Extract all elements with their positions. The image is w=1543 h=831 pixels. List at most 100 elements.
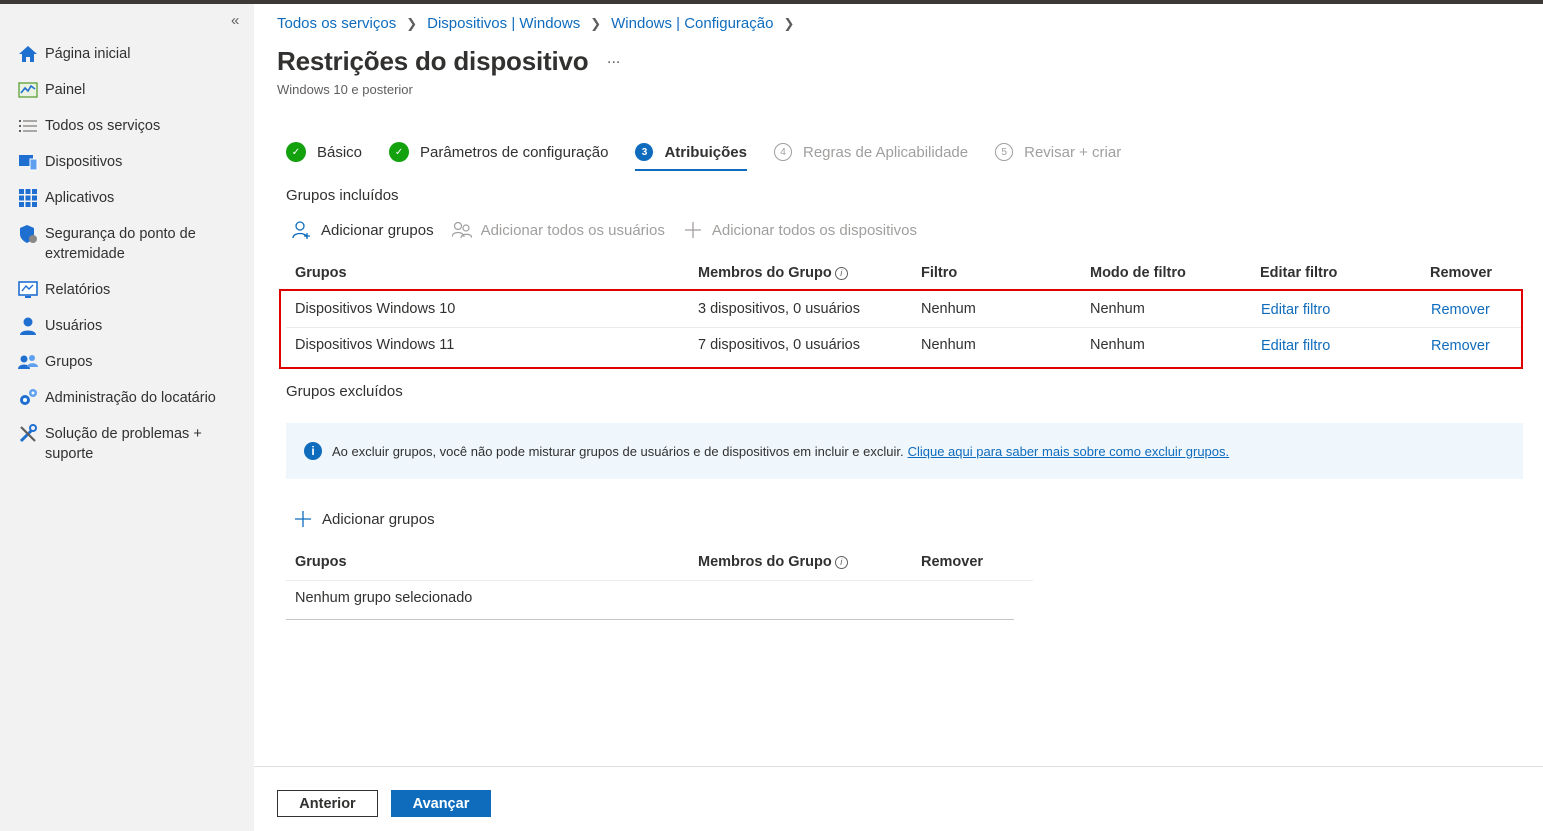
sidebar-item-label: Relatórios — [45, 282, 111, 298]
chevron-right-icon: ❯ — [783, 15, 795, 31]
wizard-steps: ✓ Básico ✓ Parâmetros de configuração 3 … — [286, 140, 1148, 171]
info-banner-text: Ao excluir grupos, você não pode mistura… — [332, 443, 904, 459]
sidebar-item-troubleshooting[interactable]: Solução de problemas + suporte — [0, 420, 254, 476]
reports-icon — [18, 281, 38, 298]
sidebar-item-label: Dispositivos — [45, 154, 123, 170]
sidebar-item-label: Todos os serviços — [45, 118, 161, 134]
step-number: 4 — [773, 143, 792, 161]
column-header-members[interactable]: Membros do Grupo i — [698, 554, 848, 570]
info-icon: i — [304, 442, 322, 460]
troubleshoot-icon — [19, 424, 37, 443]
add-all-devices-button[interactable]: Adicionar todos os dispositivos — [683, 220, 917, 240]
sidebar-item-label: Usuários — [45, 318, 103, 334]
learn-more-link[interactable]: Clique aqui para saber mais sobre como e… — [908, 444, 1230, 459]
apps-icon — [19, 189, 37, 207]
step-configuration-settings[interactable]: ✓ Parâmetros de configuração — [389, 142, 608, 162]
add-all-devices-label: Adicionar todos os dispositivos — [711, 221, 917, 239]
home-icon — [19, 46, 37, 62]
add-all-users-label: Adicionar todos os usuários — [480, 221, 665, 239]
info-banner: i Ao excluir grupos, você não pode mistu… — [286, 423, 1523, 479]
sidebar-item-label: Página inicial — [45, 46, 131, 62]
column-header-groups[interactable]: Grupos — [295, 265, 347, 281]
step-label: Parâmetros de configuração — [420, 143, 609, 161]
sidebar-item-label: Painel — [45, 82, 86, 98]
step-assignments[interactable]: 3 Atribuições — [635, 143, 747, 171]
plus-icon — [684, 222, 701, 238]
column-header-filter-mode[interactable]: Modo de filtro — [1090, 265, 1186, 281]
breadcrumb-link-windows-configuration[interactable]: Windows | Configuração — [611, 15, 773, 32]
empty-state-text: Nenhum grupo selecionado — [295, 590, 473, 606]
page-title: Restrições do dispositivo — [277, 46, 589, 76]
table-row: Nenhum grupo selecionado — [286, 581, 1014, 620]
collapse-sidebar-icon[interactable]: « — [231, 12, 239, 29]
column-header-members-label: Membros do Grupo — [698, 554, 832, 570]
breadcrumb-link-devices-windows[interactable]: Dispositivos | Windows — [427, 15, 580, 32]
sidebar-item-home[interactable]: Página inicial — [0, 40, 254, 76]
add-groups-button[interactable]: Adicionar grupos — [292, 220, 434, 240]
tenant-admin-icon — [20, 389, 37, 405]
main-content: Todos os serviços ❯ Dispositivos | Windo… — [254, 4, 1543, 831]
checkmark-icon: ✓ — [389, 142, 410, 162]
step-applicability-rules[interactable]: 4 Regras de Aplicabilidade — [773, 143, 969, 161]
column-header-groups[interactable]: Grupos — [295, 554, 347, 570]
sidebar-item-label: Administração do locatário — [45, 390, 216, 406]
included-groups-title: Grupos incluídos — [286, 187, 399, 204]
add-all-users-icon — [451, 221, 472, 239]
devices-icon — [19, 155, 38, 171]
sidebar-item-label: Solução de problemas + suporte — [45, 426, 202, 462]
more-options-button[interactable]: ... — [607, 50, 620, 68]
step-label: Básico — [317, 143, 363, 161]
chevron-right-icon: ❯ — [590, 15, 602, 31]
groups-icon — [18, 355, 38, 369]
sidebar: « Página inicial Painel Todos os serviço… — [0, 4, 254, 831]
included-command-bar: Adicionar grupos Adicionar todos os usuá… — [292, 220, 935, 240]
add-groups-label: Adicionar grupos — [321, 221, 434, 239]
breadcrumb-link-all-services[interactable]: Todos os serviços — [277, 15, 396, 32]
highlight-box — [279, 289, 1523, 369]
column-header-members-label: Membros do Grupo — [698, 265, 832, 281]
step-label: Revisar + criar — [1024, 143, 1122, 161]
sidebar-item-groups[interactable]: Grupos — [0, 348, 254, 384]
sidebar-item-endpoint-security[interactable]: Segurança do ponto de extremidade — [0, 220, 254, 276]
sidebar-item-dashboard[interactable]: Painel — [0, 76, 254, 112]
next-button[interactable]: Avançar — [391, 790, 491, 817]
column-header-remove[interactable]: Remover — [921, 554, 983, 570]
step-label: Regras de Aplicabilidade — [802, 143, 969, 161]
step-basics[interactable]: ✓ Básico — [286, 142, 362, 162]
add-group-icon — [292, 221, 310, 239]
sidebar-item-all-services[interactable]: Todos os serviços — [0, 112, 254, 148]
add-excluded-groups-label: Adicionar grupos — [322, 510, 435, 528]
add-excluded-groups-button[interactable]: Adicionar grupos — [293, 509, 435, 529]
sidebar-item-apps[interactable]: Aplicativos — [0, 184, 254, 220]
page-subtitle: Windows 10 e posterior — [277, 82, 413, 97]
footer: Anterior Avançar — [254, 766, 1543, 831]
sidebar-nav: Página inicial Painel Todos os serviços … — [0, 40, 254, 476]
step-review-create[interactable]: 5 Revisar + criar — [995, 143, 1121, 161]
list-icon — [19, 120, 37, 132]
column-header-remove[interactable]: Remover — [1430, 265, 1492, 281]
sidebar-item-reports[interactable]: Relatórios — [0, 276, 254, 312]
table-header: Grupos Membros do Grupo i Filtro Modo de … — [286, 256, 1523, 292]
breadcrumb: Todos os serviços ❯ Dispositivos | Windo… — [277, 15, 804, 32]
sidebar-item-label: Grupos — [45, 354, 93, 370]
excluded-groups-title: Grupos excluídos — [286, 383, 403, 400]
chevron-right-icon: ❯ — [406, 15, 418, 31]
column-header-edit-filter[interactable]: Editar filtro — [1260, 265, 1337, 281]
checkmark-icon: ✓ — [286, 142, 306, 162]
sidebar-item-users[interactable]: Usuários — [0, 312, 254, 348]
info-icon[interactable]: i — [834, 267, 848, 280]
sidebar-item-label: Aplicativos — [45, 190, 115, 206]
excluded-groups-table: Grupos Membros do Grupo i Remover Nenhum … — [286, 545, 1033, 620]
shield-icon — [20, 225, 37, 243]
user-icon — [20, 317, 36, 335]
column-header-members[interactable]: Membros do Grupo i — [698, 265, 848, 281]
info-icon[interactable]: i — [834, 556, 848, 569]
add-all-users-button[interactable]: Adicionar todos os usuários — [451, 220, 665, 240]
sidebar-item-tenant-admin[interactable]: Administração do locatário — [0, 384, 254, 420]
sidebar-item-label: Segurança do ponto de extremidade — [45, 226, 196, 262]
previous-button[interactable]: Anterior — [277, 790, 378, 817]
dashboard-icon — [18, 82, 38, 98]
sidebar-item-devices[interactable]: Dispositivos — [0, 148, 254, 184]
column-header-filter[interactable]: Filtro — [921, 265, 957, 281]
table-header: Grupos Membros do Grupo i Remover — [286, 545, 1033, 581]
